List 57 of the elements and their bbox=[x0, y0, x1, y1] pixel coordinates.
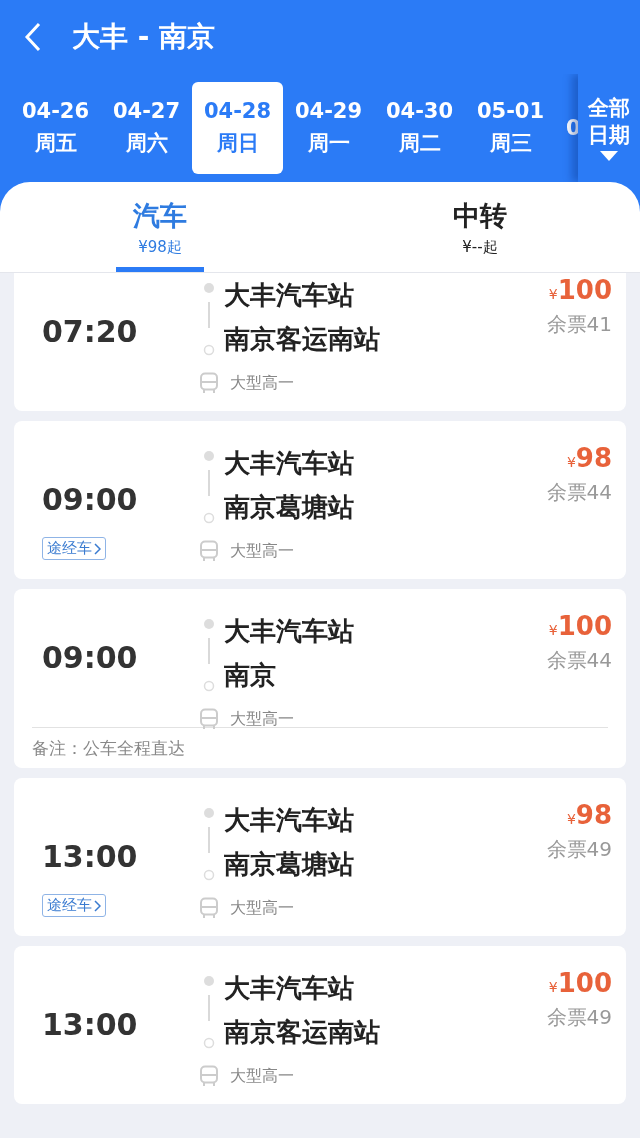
date-tab[interactable]: 04-27 周六 bbox=[101, 82, 192, 174]
all-dates-button[interactable]: 全部日期 bbox=[586, 94, 632, 150]
bus-type: 大型高一 bbox=[229, 540, 295, 562]
date-tab[interactable]: 04-28 周日 bbox=[192, 82, 283, 174]
chevron-right-icon bbox=[94, 899, 101, 912]
arrival-station: 南京客运南站 bbox=[224, 322, 381, 356]
date-tab[interactable]: 04-29 周一 bbox=[283, 82, 374, 174]
bus-icon bbox=[199, 1065, 219, 1087]
bus-type: 大型高一 bbox=[229, 708, 295, 730]
via-stops-button[interactable]: 途经车 bbox=[42, 894, 106, 917]
chevron-right-icon bbox=[94, 542, 101, 555]
departure-station: 大丰汽车站 bbox=[224, 278, 355, 312]
ticket-price: ¥100 bbox=[548, 275, 612, 305]
bus-type: 大型高一 bbox=[229, 372, 295, 394]
arrival-station: 南京 bbox=[224, 658, 277, 692]
bus-type: 大型高一 bbox=[229, 897, 295, 919]
bus-type: 大型高一 bbox=[229, 1065, 295, 1087]
departure-time: 09:00 bbox=[42, 639, 139, 675]
transport-tab[interactable]: 中转 ¥--起 bbox=[320, 182, 640, 272]
remaining-tickets: 余票41 bbox=[546, 311, 612, 338]
ticket-price: ¥100 bbox=[548, 968, 612, 998]
route-line-icon bbox=[203, 807, 215, 881]
ticket-price: ¥98 bbox=[566, 800, 612, 830]
bus-icon bbox=[199, 372, 219, 394]
transport-tab[interactable]: 汽车 ¥98起 bbox=[0, 182, 320, 272]
departure-time: 07:20 bbox=[42, 313, 139, 349]
arrival-station: 南京葛塘站 bbox=[224, 847, 355, 881]
arrival-station: 南京客运南站 bbox=[224, 1015, 381, 1049]
departure-time: 13:00 bbox=[42, 838, 139, 874]
route-line-icon bbox=[203, 450, 215, 524]
departure-station: 大丰汽车站 bbox=[224, 614, 355, 648]
remaining-tickets: 余票44 bbox=[546, 479, 612, 506]
route-line-icon bbox=[203, 618, 215, 692]
date-tab[interactable]: 04-30 周二 bbox=[374, 82, 465, 174]
bus-icon bbox=[199, 708, 219, 730]
departure-station: 大丰汽车站 bbox=[224, 446, 355, 480]
bus-icon bbox=[199, 540, 219, 562]
trip-note: 备注：公车全程直达 bbox=[32, 736, 185, 760]
arrival-station: 南京葛塘站 bbox=[224, 490, 355, 524]
route-line-icon bbox=[203, 975, 215, 1049]
date-tab[interactable]: 04-26 周五 bbox=[10, 82, 101, 174]
page-title: 大丰 - 南京 bbox=[72, 19, 216, 55]
route-line-icon bbox=[203, 282, 215, 356]
bus-icon bbox=[199, 897, 219, 919]
ticket-price: ¥100 bbox=[548, 611, 612, 641]
remaining-tickets: 余票49 bbox=[546, 836, 612, 863]
departure-time: 13:00 bbox=[42, 1006, 139, 1042]
ticket-price: ¥98 bbox=[566, 443, 612, 473]
departure-time: 09:00 bbox=[42, 481, 139, 517]
remaining-tickets: 余票44 bbox=[546, 647, 612, 674]
departure-station: 大丰汽车站 bbox=[224, 803, 355, 837]
departure-station: 大丰汽车站 bbox=[224, 971, 355, 1005]
via-stops-button[interactable]: 途经车 bbox=[42, 537, 106, 560]
date-tab[interactable]: 05-01 周三 bbox=[465, 82, 556, 174]
remaining-tickets: 余票49 bbox=[546, 1004, 612, 1031]
dropdown-icon[interactable] bbox=[600, 151, 618, 162]
back-icon[interactable] bbox=[24, 22, 42, 52]
